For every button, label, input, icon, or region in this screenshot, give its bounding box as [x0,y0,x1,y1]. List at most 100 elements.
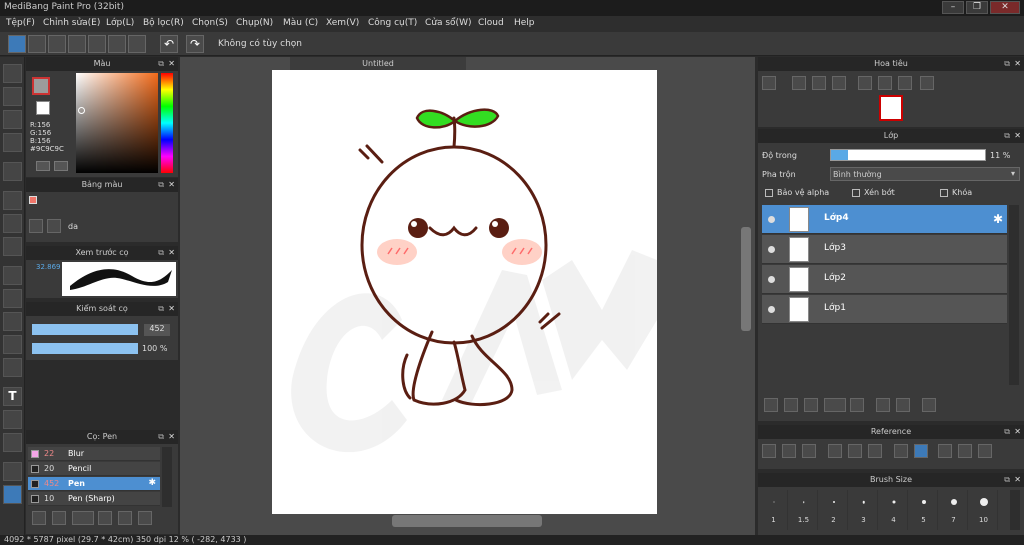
close-button[interactable]: ✕ [990,1,1020,14]
clipping-checkbox[interactable] [852,189,860,197]
new-palette-icon[interactable] [29,219,43,233]
reference-dropper-icon[interactable] [894,444,908,458]
new-brush-icon[interactable] [52,511,66,525]
document-icon[interactable] [68,35,86,53]
lock-checkbox[interactable] [940,189,948,197]
brush-menu-icon[interactable] [72,511,94,525]
horizontal-scrollbar[interactable] [392,515,542,527]
close-icon[interactable]: ✕ [1014,129,1021,143]
reference-zoom-out-icon[interactable] [868,444,882,458]
comment-icon[interactable] [48,35,66,53]
select-eraser-icon[interactable] [3,358,22,377]
eye-icon[interactable] [768,216,775,223]
float-icon[interactable]: ⧉ [1004,473,1010,487]
float-icon[interactable]: ⧉ [158,302,164,316]
reference-rotate-right-icon[interactable] [978,444,992,458]
pages-icon[interactable] [108,35,126,53]
brush-size-option[interactable]: 5 [910,490,938,530]
float-icon[interactable]: ⧉ [1004,425,1010,439]
magic-wand-icon[interactable] [3,312,22,331]
merge-layer-icon[interactable] [896,398,910,412]
layer-row[interactable]: Lớp1 [762,295,1007,324]
brush-size-option[interactable]: 3 [850,490,878,530]
brush-size-value[interactable]: 452 [144,324,170,336]
brush-size-option[interactable]: 1 [760,490,788,530]
menu-edit[interactable]: Chỉnh sửa(E) [43,18,100,28]
brush-size-option[interactable]: 7 [940,490,968,530]
select-pen-icon[interactable] [3,335,22,354]
navigator-fit-icon[interactable] [812,76,826,90]
layer-row[interactable]: Lớp3 [762,235,1007,264]
navigator-zoom-out-icon[interactable] [792,76,806,90]
brush-opacity-slider[interactable] [32,343,138,354]
close-icon[interactable]: ✕ [168,430,175,444]
saturation-value-picker[interactable] [76,73,158,173]
layer-opacity-slider[interactable] [830,149,986,161]
lasso-tool-icon[interactable] [3,289,22,308]
menu-window[interactable]: Cửa sổ(W) [425,18,471,28]
reference-zoom-in-icon[interactable] [828,444,842,458]
close-icon[interactable]: ✕ [168,57,175,71]
rotate-right-icon[interactable] [898,76,912,90]
line-tool-icon[interactable] [3,133,22,152]
export-icon[interactable] [28,35,46,53]
shape-tool-icon[interactable] [3,110,22,129]
float-icon[interactable]: ⧉ [1004,129,1010,143]
new-layer-icon[interactable] [764,398,778,412]
hand-tool-icon[interactable] [3,485,22,504]
navigator-zoom-in-icon[interactable] [762,76,776,90]
menu-filter[interactable]: Bộ lọc(R) [143,18,184,28]
float-icon[interactable]: ⧉ [158,246,164,260]
duplicate-layer-icon[interactable] [876,398,890,412]
add-brush-icon[interactable] [32,511,46,525]
swap-icon[interactable] [36,161,50,171]
brush-size-option[interactable]: 4 [880,490,908,530]
rectangle-tool-icon[interactable] [3,191,22,210]
brush-item-pencil[interactable]: 20 Pencil [28,462,160,476]
layer-row[interactable]: Lớp2 [762,265,1007,294]
vertical-scrollbar[interactable] [741,227,751,331]
rotate-left-icon[interactable] [858,76,872,90]
brush-item-blur[interactable]: 22 Blur [28,447,160,461]
primary-color-swatch[interactable] [32,77,50,95]
menu-view[interactable]: Xem(V) [326,18,359,28]
protect-alpha-checkbox[interactable] [765,189,773,197]
new-8bit-layer-icon[interactable] [804,398,818,412]
reference-fit-icon[interactable] [848,444,862,458]
layer-list-scrollbar[interactable] [1009,205,1019,385]
menu-file[interactable]: Tệp(F) [6,18,35,28]
close-icon[interactable]: ✕ [168,246,175,260]
gear-icon[interactable]: ✱ [148,478,156,488]
close-icon[interactable]: ✕ [1014,473,1021,487]
float-icon[interactable]: ⧉ [158,430,164,444]
menu-help[interactable]: Help [514,18,535,28]
menu-color[interactable]: Màu (C) [283,18,318,28]
dropper-tool-icon[interactable] [3,433,22,452]
secondary-color-swatch[interactable] [36,101,50,115]
float-icon[interactable]: ⧉ [158,178,164,192]
move-tool-icon[interactable] [3,162,22,181]
layer-menu-icon[interactable] [824,398,846,412]
gear-icon[interactable]: ✱ [993,212,1003,226]
blend-mode-select[interactable]: Bình thường ▾ [830,167,1020,181]
eye-icon[interactable] [768,246,775,253]
float-icon[interactable]: ⧉ [158,57,164,71]
menu-layer[interactable]: Lớp(L) [106,18,134,28]
brush-size-option[interactable]: 10 [970,490,998,530]
select-tool-icon[interactable] [3,266,22,285]
close-icon[interactable]: ✕ [168,178,175,192]
eye-icon[interactable] [768,306,775,313]
picker-cursor[interactable] [78,107,85,114]
delete-layer-icon[interactable] [922,398,936,412]
new-halftone-layer-icon[interactable] [784,398,798,412]
delete-palette-icon[interactable] [47,219,61,233]
brush-settings-icon[interactable] [98,511,112,525]
eyedropper-icon[interactable] [3,462,22,481]
menu-select[interactable]: Chọn(S) [192,18,228,28]
duplicate-brush-icon[interactable] [138,511,152,525]
brush-folder-icon[interactable] [118,511,132,525]
reference-close-icon[interactable] [802,444,816,458]
gradient-tool-icon[interactable] [3,237,22,256]
hue-slider[interactable] [161,73,173,173]
menu-capture[interactable]: Chụp(N) [236,18,273,28]
